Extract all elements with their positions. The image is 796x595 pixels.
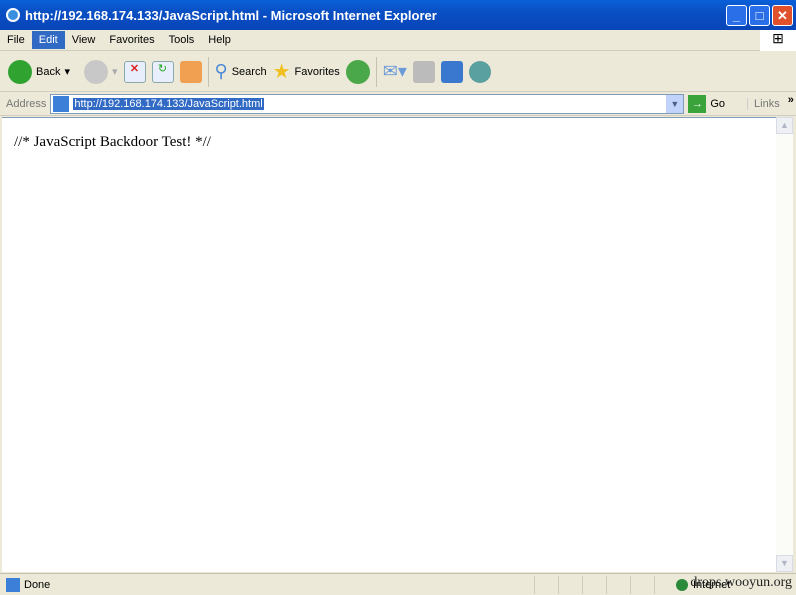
history-icon[interactable] bbox=[345, 59, 370, 84]
search-icon: ⚲ bbox=[214, 61, 228, 81]
address-url[interactable]: http://192.168.174.133/JavaScript.html bbox=[73, 97, 264, 110]
address-label: Address bbox=[6, 97, 47, 110]
go-button[interactable]: → Go bbox=[688, 94, 726, 113]
status-bar: Done Internet bbox=[0, 573, 796, 595]
refresh-icon[interactable]: ↻ bbox=[151, 60, 174, 83]
address-dropdown-icon[interactable]: ▼ bbox=[666, 94, 684, 113]
stop-icon[interactable]: ✕ bbox=[123, 60, 146, 83]
forward-arrow-icon bbox=[84, 59, 108, 84]
search-label: Search bbox=[231, 65, 267, 78]
forward-button[interactable]: ▾ bbox=[76, 59, 118, 84]
page-text: //* JavaScript Backdoor Test! *// bbox=[14, 134, 211, 150]
menu-view[interactable]: View bbox=[65, 31, 103, 49]
go-arrow-icon: → bbox=[688, 94, 707, 113]
address-input[interactable]: http://192.168.174.133/JavaScript.html ▼ bbox=[50, 93, 685, 114]
windows-logo-icon: ⊞ bbox=[760, 30, 796, 51]
page-content: //* JavaScript Backdoor Test! *// bbox=[2, 117, 776, 572]
address-bar: Address http://192.168.174.133/JavaScrip… bbox=[0, 92, 796, 116]
messenger-icon[interactable] bbox=[468, 60, 491, 83]
scroll-down-icon[interactable]: ▼ bbox=[776, 555, 793, 572]
home-icon[interactable] bbox=[179, 60, 202, 83]
toolbar: Back ▾ ▾ ✕ ↻ ⚲ Search ★ Favorites ✉▾ bbox=[0, 52, 796, 92]
star-icon: ★ bbox=[272, 61, 291, 83]
favorites-button[interactable]: ★ Favorites bbox=[273, 59, 340, 84]
globe-icon bbox=[676, 578, 688, 591]
page-icon bbox=[53, 95, 70, 112]
menu-favorites[interactable]: Favorites bbox=[102, 31, 161, 49]
mail-icon[interactable]: ✉▾ bbox=[383, 61, 407, 82]
toolbar-separator bbox=[207, 56, 209, 87]
menu-tools[interactable]: Tools bbox=[162, 31, 202, 49]
maximize-button[interactable]: □ bbox=[749, 5, 770, 26]
links-chevron-icon[interactable]: » bbox=[788, 94, 794, 106]
print-icon[interactable] bbox=[412, 60, 435, 83]
back-arrow-icon bbox=[8, 59, 32, 84]
menu-edit[interactable]: Edit bbox=[31, 31, 65, 49]
back-dropdown-icon[interactable]: ▾ bbox=[64, 65, 70, 78]
close-button[interactable]: ✕ bbox=[772, 5, 793, 26]
scroll-up-icon[interactable]: ▲ bbox=[776, 117, 793, 134]
back-button[interactable]: Back ▾ bbox=[8, 59, 70, 84]
menu-help[interactable]: Help bbox=[201, 31, 238, 49]
menu-file[interactable]: File bbox=[0, 31, 32, 49]
back-label: Back bbox=[36, 65, 61, 78]
menu-bar: File Edit View Favorites Tools Help bbox=[0, 30, 796, 51]
title-bar: http://192.168.174.133/JavaScript.html -… bbox=[0, 0, 796, 30]
ie-icon bbox=[6, 8, 20, 22]
edit-icon[interactable] bbox=[440, 60, 463, 83]
favorites-label: Favorites bbox=[294, 65, 340, 78]
toolbar-separator bbox=[375, 56, 377, 87]
window-title: http://192.168.174.133/JavaScript.html -… bbox=[25, 7, 437, 23]
go-label: Go bbox=[710, 97, 726, 110]
search-button[interactable]: ⚲ Search bbox=[215, 61, 267, 82]
watermark: drops.wooyun.org bbox=[690, 575, 792, 590]
status-text: Done bbox=[24, 578, 51, 591]
vertical-scrollbar[interactable]: ▲ ▼ bbox=[776, 117, 793, 572]
forward-dropdown-icon: ▾ bbox=[112, 66, 118, 78]
links-button[interactable]: Links bbox=[747, 97, 780, 110]
minimize-button[interactable]: _ bbox=[726, 5, 747, 26]
ie-page-icon bbox=[6, 577, 20, 592]
